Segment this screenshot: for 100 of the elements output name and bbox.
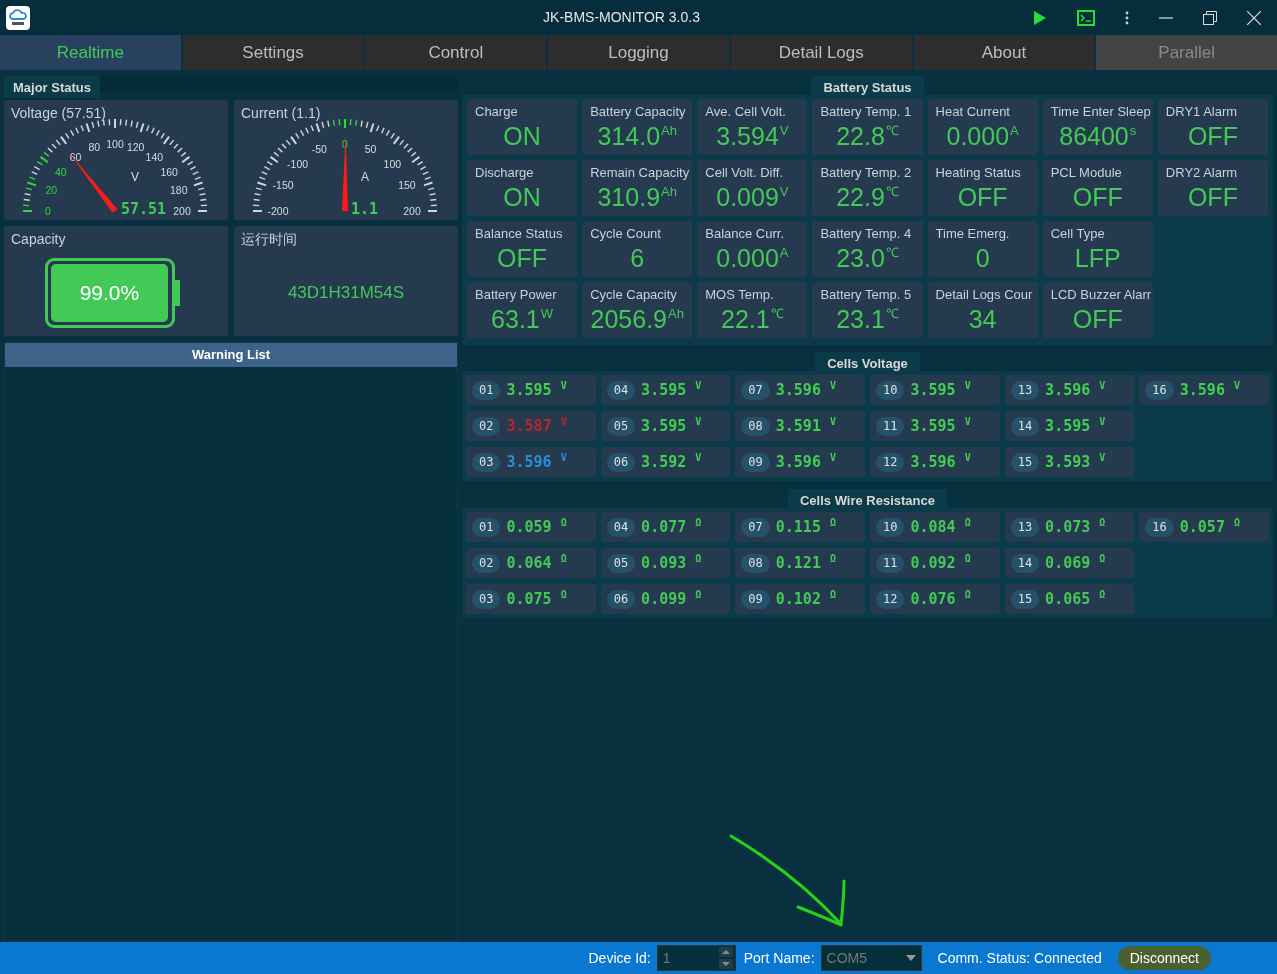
card-value: 86400$^{s}$ xyxy=(1059,121,1137,152)
gauge-reading: 57.51 xyxy=(121,200,167,218)
card-value: 0.000$^{A}$ xyxy=(716,243,789,274)
card-label: Balance Curr. xyxy=(705,225,785,243)
cell-number: 13 xyxy=(1010,517,1040,537)
minimize-icon[interactable] xyxy=(1159,16,1173,19)
card-label: Ave. Cell Volt. xyxy=(705,103,786,121)
card-value: 0.009$^{V}$ xyxy=(716,182,789,213)
cell-value: 0.065 $^{Ω}$ xyxy=(1045,587,1106,610)
cell-number: 03 xyxy=(472,589,501,609)
tab[interactable]: Realtime xyxy=(0,35,181,70)
cell-number: 10 xyxy=(876,380,905,400)
scale-label: -100 xyxy=(287,157,309,170)
cell-value: 3.592 $^{V}$ xyxy=(641,450,702,473)
cell-value: 3.596 $^{V}$ xyxy=(506,450,567,473)
scale-label: 160 xyxy=(160,165,178,178)
play-icon[interactable] xyxy=(1033,9,1047,26)
cell-number: 04 xyxy=(606,517,636,537)
card-value: 34 xyxy=(968,304,997,333)
tab[interactable]: Logging xyxy=(548,35,729,70)
cell-number: 10 xyxy=(876,517,905,537)
scale-label: 60 xyxy=(69,150,82,163)
cell-value: 0.093 $^{Ω}$ xyxy=(641,551,702,574)
cell-number: 11 xyxy=(876,416,905,436)
card-label: Cell Volt. Diff. xyxy=(705,164,784,182)
scale-label: 80 xyxy=(88,141,101,154)
card-value: 6 xyxy=(630,243,645,272)
card-label: LCD Buzzer Alarr xyxy=(1050,286,1152,304)
cell-value: 3.595 $^{V}$ xyxy=(910,414,971,437)
close-icon[interactable] xyxy=(1247,10,1261,25)
tab[interactable]: About xyxy=(913,35,1095,70)
scale-label: 120 xyxy=(126,141,145,154)
card-value: 23.0$^{℃}$ xyxy=(836,243,899,274)
card-value: OFF xyxy=(1072,182,1123,211)
caret-icon xyxy=(905,955,916,961)
cell-number: 09 xyxy=(741,452,770,472)
card-label: Balance Status xyxy=(475,225,563,243)
cell-value: 3.596 $^{V}$ xyxy=(1179,378,1240,401)
card-value: 310.9$^{Ah}$ xyxy=(597,182,677,213)
scale-label: 50 xyxy=(364,143,377,156)
scale-label: 200 xyxy=(173,205,191,217)
gauge-needle xyxy=(67,151,118,213)
restore-icon[interactable] xyxy=(1203,10,1217,25)
tab[interactable]: Settings xyxy=(182,35,364,70)
cell-value: 3.596 $^{V}$ xyxy=(910,450,971,473)
card-value: 2056.9$^{Ah}$ xyxy=(590,304,684,335)
cell-value: 0.059 $^{Ω}$ xyxy=(506,515,567,538)
cell-number: 13 xyxy=(1010,380,1040,400)
card-label: Capacity xyxy=(11,230,67,249)
cell-number: 15 xyxy=(1010,589,1040,609)
card-label: Time Enter Sleep xyxy=(1050,103,1151,121)
window-title: JK-BMS-MONITOR 3.0.3 xyxy=(543,9,700,25)
disconnect-button[interactable]: Disconnect xyxy=(1117,946,1211,970)
card-value: OFF xyxy=(957,182,1008,211)
cell-number: 14 xyxy=(1010,416,1040,436)
cell-value: 0.092 $^{Ω}$ xyxy=(910,551,971,574)
card-label: Time Emerg. xyxy=(935,225,1010,243)
spin-down-icon[interactable] xyxy=(718,959,733,969)
cell-number: 08 xyxy=(741,553,770,573)
cell-number: 06 xyxy=(606,589,636,609)
card-value: 3.594$^{V}$ xyxy=(716,121,789,152)
card-label: Battery Temp. 1 xyxy=(820,103,912,121)
scale-label: 140 xyxy=(145,150,164,163)
card-label: 运行时间 xyxy=(241,230,297,249)
card-label: Cell Type xyxy=(1050,225,1105,243)
more-options-icon[interactable] xyxy=(1125,10,1129,25)
cell-number: 12 xyxy=(876,452,905,472)
spin-up-icon[interactable] xyxy=(718,947,733,957)
cell-value: 0.064 $^{Ω}$ xyxy=(506,551,567,574)
terminal-icon[interactable] xyxy=(1077,9,1095,26)
card-value: 63.1$^{W}$ xyxy=(491,304,554,335)
cell-value: 3.587 $^{V}$ xyxy=(506,414,567,437)
scale-label: 100 xyxy=(106,138,124,150)
cell-value: 0.099 $^{Ω}$ xyxy=(641,587,702,610)
card-value: 0 xyxy=(975,243,990,272)
card-label: Discharge xyxy=(475,164,534,182)
card-label: MOS Temp. xyxy=(705,286,774,304)
scale-label: 180 xyxy=(169,184,188,197)
card-label: PCL Module xyxy=(1050,164,1122,182)
card-value: OFF xyxy=(497,243,548,272)
cell-value: 3.595 $^{V}$ xyxy=(641,378,702,401)
cell-value: 0.075 $^{Ω}$ xyxy=(506,587,567,610)
section-title: Cells Voltage xyxy=(815,352,920,371)
cell-number: 12 xyxy=(876,589,905,609)
runtime-value: 43D1H31M54S xyxy=(287,282,405,304)
card-value: 23.1$^{℃}$ xyxy=(836,304,899,335)
panel-title: Warning List xyxy=(191,346,271,365)
cell-number: 15 xyxy=(1010,452,1040,472)
cell-value: 0.073 $^{Ω}$ xyxy=(1045,515,1106,538)
cell-number: 11 xyxy=(876,553,905,573)
card-value: OFF xyxy=(1187,182,1238,211)
cell-value: 0.077 $^{Ω}$ xyxy=(641,515,702,538)
card-label: Cycle Capacity xyxy=(590,286,677,304)
capacity-reading: 99.0% xyxy=(79,280,140,307)
cell-number: 05 xyxy=(606,416,636,436)
cell-number: 07 xyxy=(741,517,770,537)
section-title: Battery Status xyxy=(811,76,924,95)
tab[interactable]: Control xyxy=(365,35,547,70)
card-value: ON xyxy=(503,121,541,150)
tab[interactable]: Detail Logs xyxy=(730,35,912,70)
